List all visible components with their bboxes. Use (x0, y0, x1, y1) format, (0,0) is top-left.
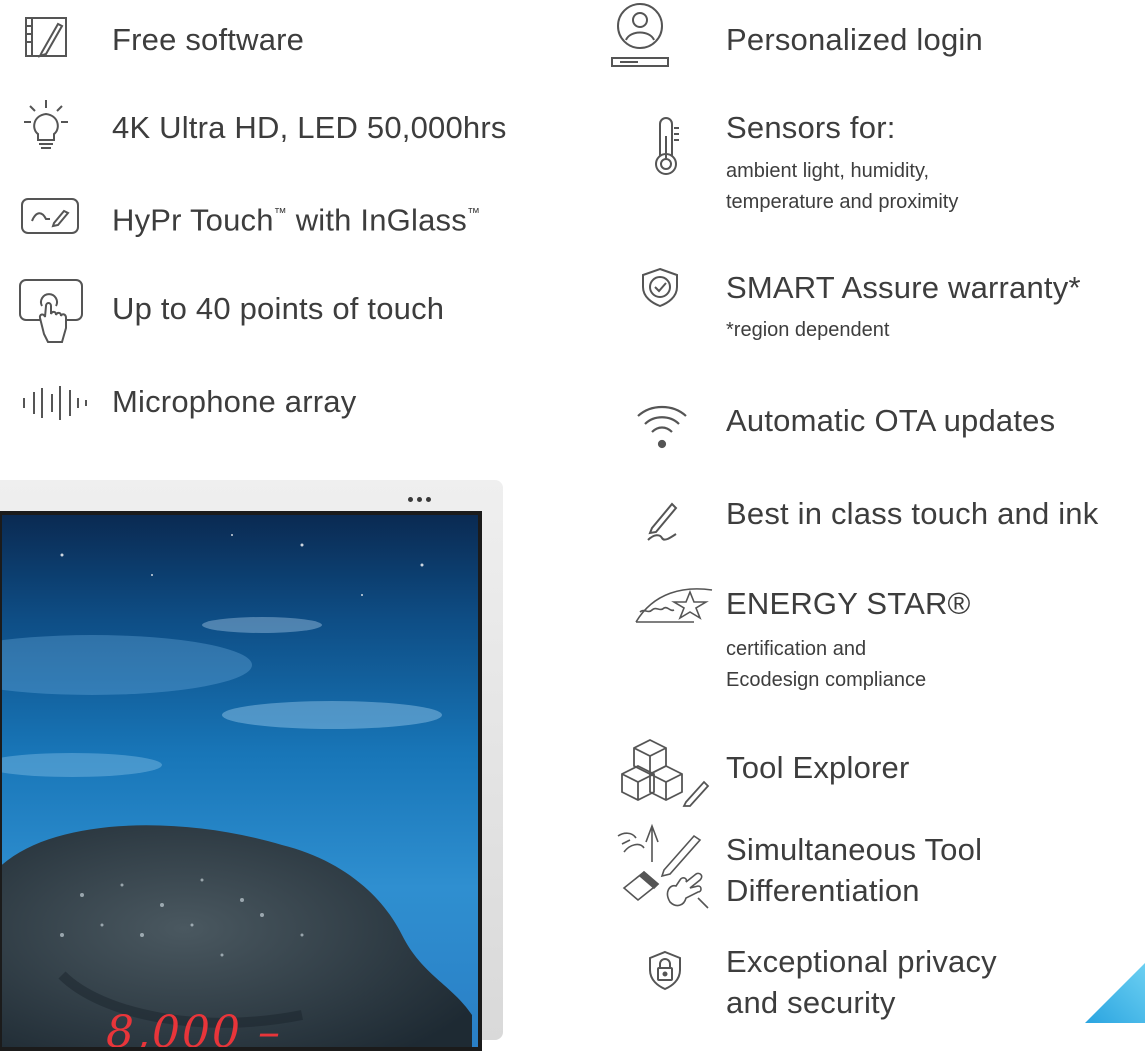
feature-label: Exceptional privacy (726, 944, 997, 979)
user-login-icon (610, 2, 670, 68)
multi-touch-tools-icon (614, 822, 714, 912)
feature-label: Tool Explorer (726, 750, 910, 785)
feature-sublabel: *region dependent (726, 319, 890, 341)
corner-accent-shape (1085, 963, 1145, 1023)
microphone-wave-icon (22, 386, 88, 420)
lock-shield-icon (648, 950, 682, 991)
interactive-display-image: 8,000 – (0, 480, 503, 1051)
wifi-icon (636, 400, 688, 450)
feature-label-part: HyPr Touch (112, 202, 274, 238)
camera-sensors (408, 489, 435, 507)
energy-star-icon (634, 586, 714, 626)
feature-label: Microphone array (112, 384, 357, 419)
lightbulb-icon (24, 100, 68, 156)
feature-label: 4K Ultra HD, LED 50,000hrs (112, 110, 507, 145)
feature-sublabel: temperature and proximity (726, 191, 959, 213)
feature-label-part: with InGlass (286, 202, 467, 238)
handwritten-annotation: 8,000 – (106, 1007, 282, 1051)
cubes-pen-icon (620, 736, 712, 807)
shield-check-icon (640, 267, 680, 308)
feature-label: and security (726, 985, 896, 1020)
touch-ink-icon (20, 197, 80, 235)
feature-sublabel: certification and (726, 638, 867, 660)
feature-label: Automatic OTA updates (726, 403, 1056, 438)
feature-label: ENERGY STAR® (726, 586, 971, 621)
feature-label: Personalized login (726, 22, 983, 57)
feature-label: Simultaneous Tool (726, 832, 983, 867)
pen-ink-icon (646, 500, 686, 542)
feature-sublabel: Ecodesign compliance (726, 669, 927, 691)
feature-label: Free software (112, 22, 305, 57)
feature-label: Sensors for: (726, 110, 896, 145)
trademark-mark: ™ (466, 205, 481, 220)
feature-label: SMART Assure warranty* (726, 270, 1081, 305)
feature-sublabel: ambient light, humidity, (726, 160, 930, 182)
trademark-mark: ™ (273, 205, 287, 220)
feature-label: Up to 40 points of touch (112, 291, 445, 326)
whiteboard-pen-icon (24, 16, 68, 58)
thermometer-icon (652, 117, 680, 176)
feature-label: Differentiation (726, 873, 920, 908)
underwater-whale-photo (2, 534, 472, 1047)
feature-label: HyPr Touch™ with InGlass™ (112, 197, 480, 238)
feature-label: Best in class touch and ink (726, 496, 1099, 531)
touch-hand-icon (18, 278, 84, 344)
display-screen: 8,000 – (0, 511, 482, 1051)
